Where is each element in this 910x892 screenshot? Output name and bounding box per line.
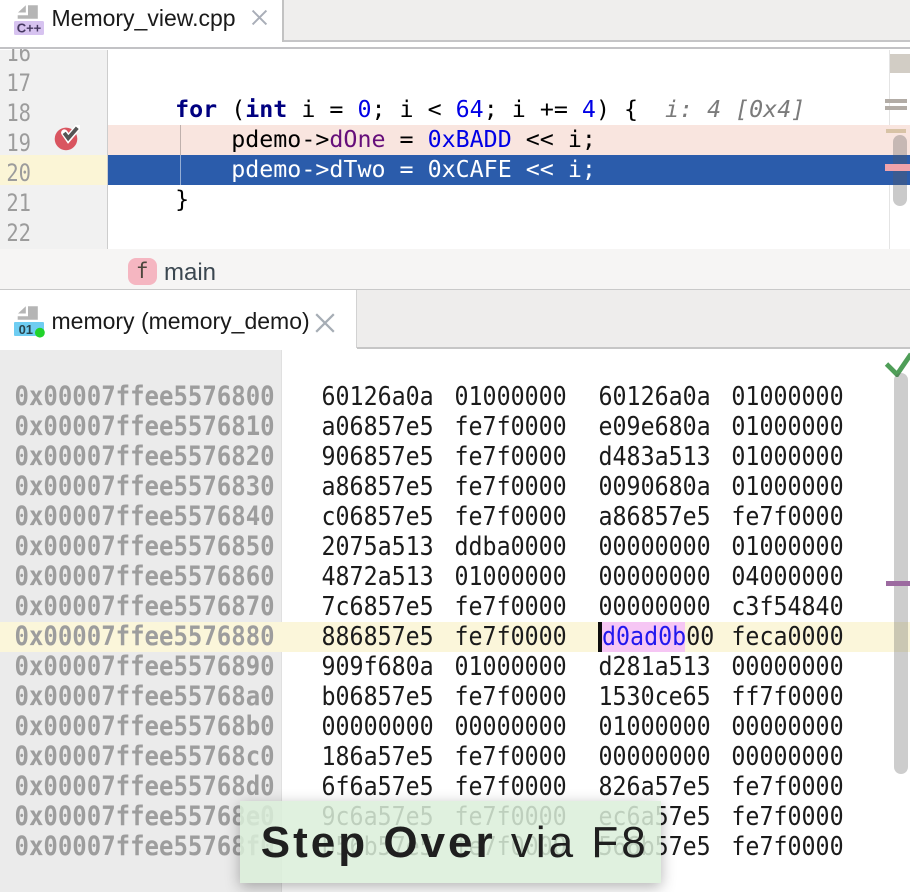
svg-text:C++: C++ — [17, 21, 42, 36]
svg-text:01: 01 — [19, 322, 33, 337]
